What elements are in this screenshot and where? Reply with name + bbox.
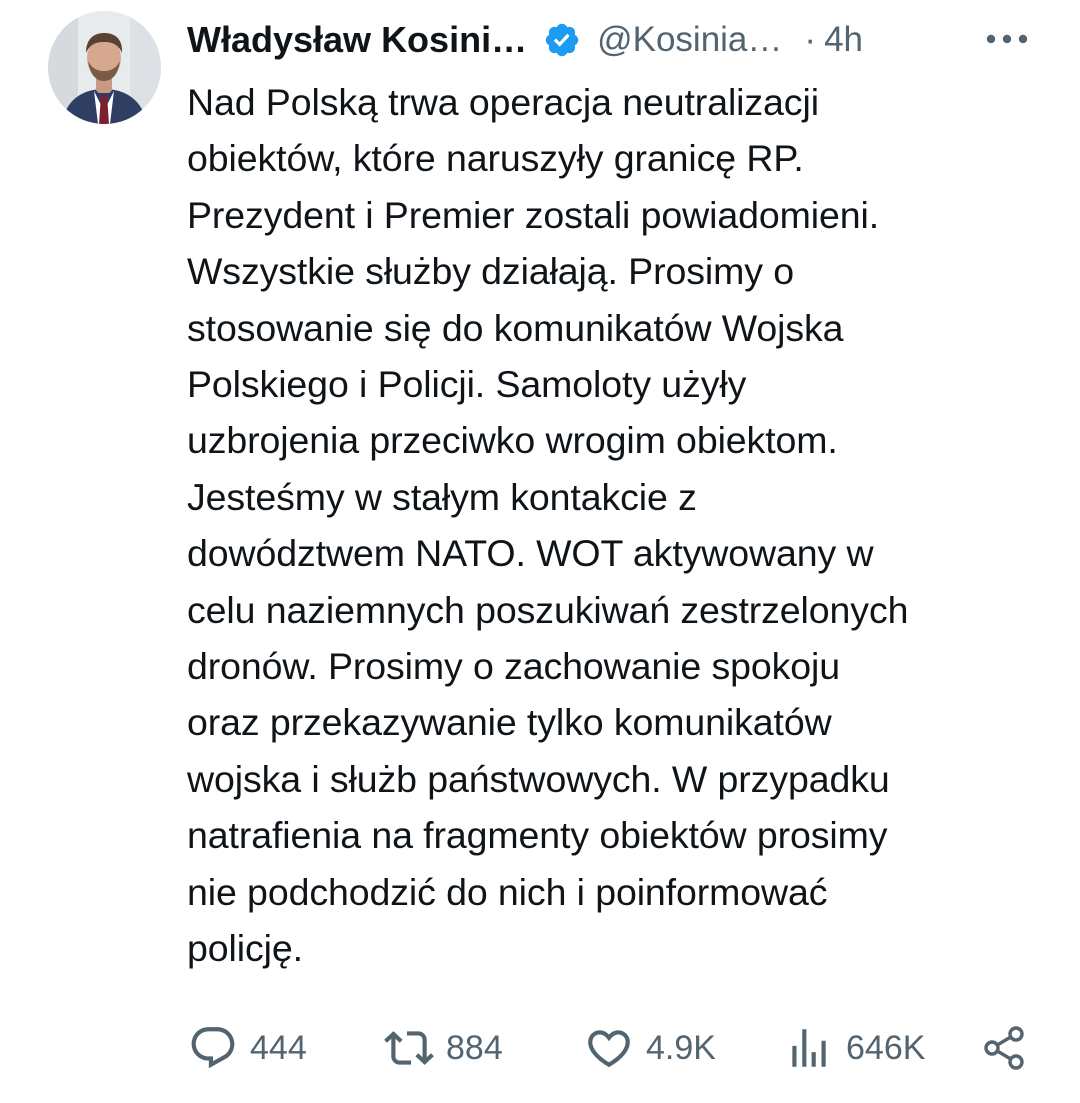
header-separator: · (804, 20, 817, 59)
tweet-card: Władysław Kosini… @Kosinia… · 4h Nad Pol… (0, 0, 1080, 1103)
avatar[interactable] (48, 11, 161, 124)
more-icon[interactable] (982, 22, 1032, 56)
share-icon (984, 1026, 1024, 1070)
views-chart-icon (792, 1029, 826, 1067)
reply-icon (191, 1027, 235, 1069)
tweet-text: Nad Polską trwa operacja neutralizacji o… (187, 81, 909, 970)
tweet-actions: 444 884 4.9K 646K (0, 1020, 1080, 1076)
reply-button[interactable]: 444 (188, 1020, 307, 1076)
tweet-header: Władysław Kosini… @Kosinia… · 4h (187, 14, 863, 66)
repost-count: 884 (446, 1028, 503, 1067)
author-display-name[interactable]: Władysław Kosini… (187, 19, 527, 61)
views-button[interactable]: 646K (784, 1020, 925, 1076)
reply-count: 444 (250, 1028, 307, 1067)
repost-button[interactable]: 884 (384, 1020, 503, 1076)
author-handle[interactable]: @Kosinia… (597, 20, 782, 60)
like-count: 4.9K (646, 1028, 716, 1067)
views-count: 646K (846, 1028, 926, 1067)
verified-badge-icon (543, 21, 581, 59)
heart-icon (588, 1030, 630, 1068)
tweet-timestamp[interactable]: 4h (824, 20, 863, 60)
like-button[interactable]: 4.9K (584, 1020, 716, 1076)
share-button[interactable] (980, 1020, 1030, 1076)
repost-icon (384, 1031, 434, 1065)
